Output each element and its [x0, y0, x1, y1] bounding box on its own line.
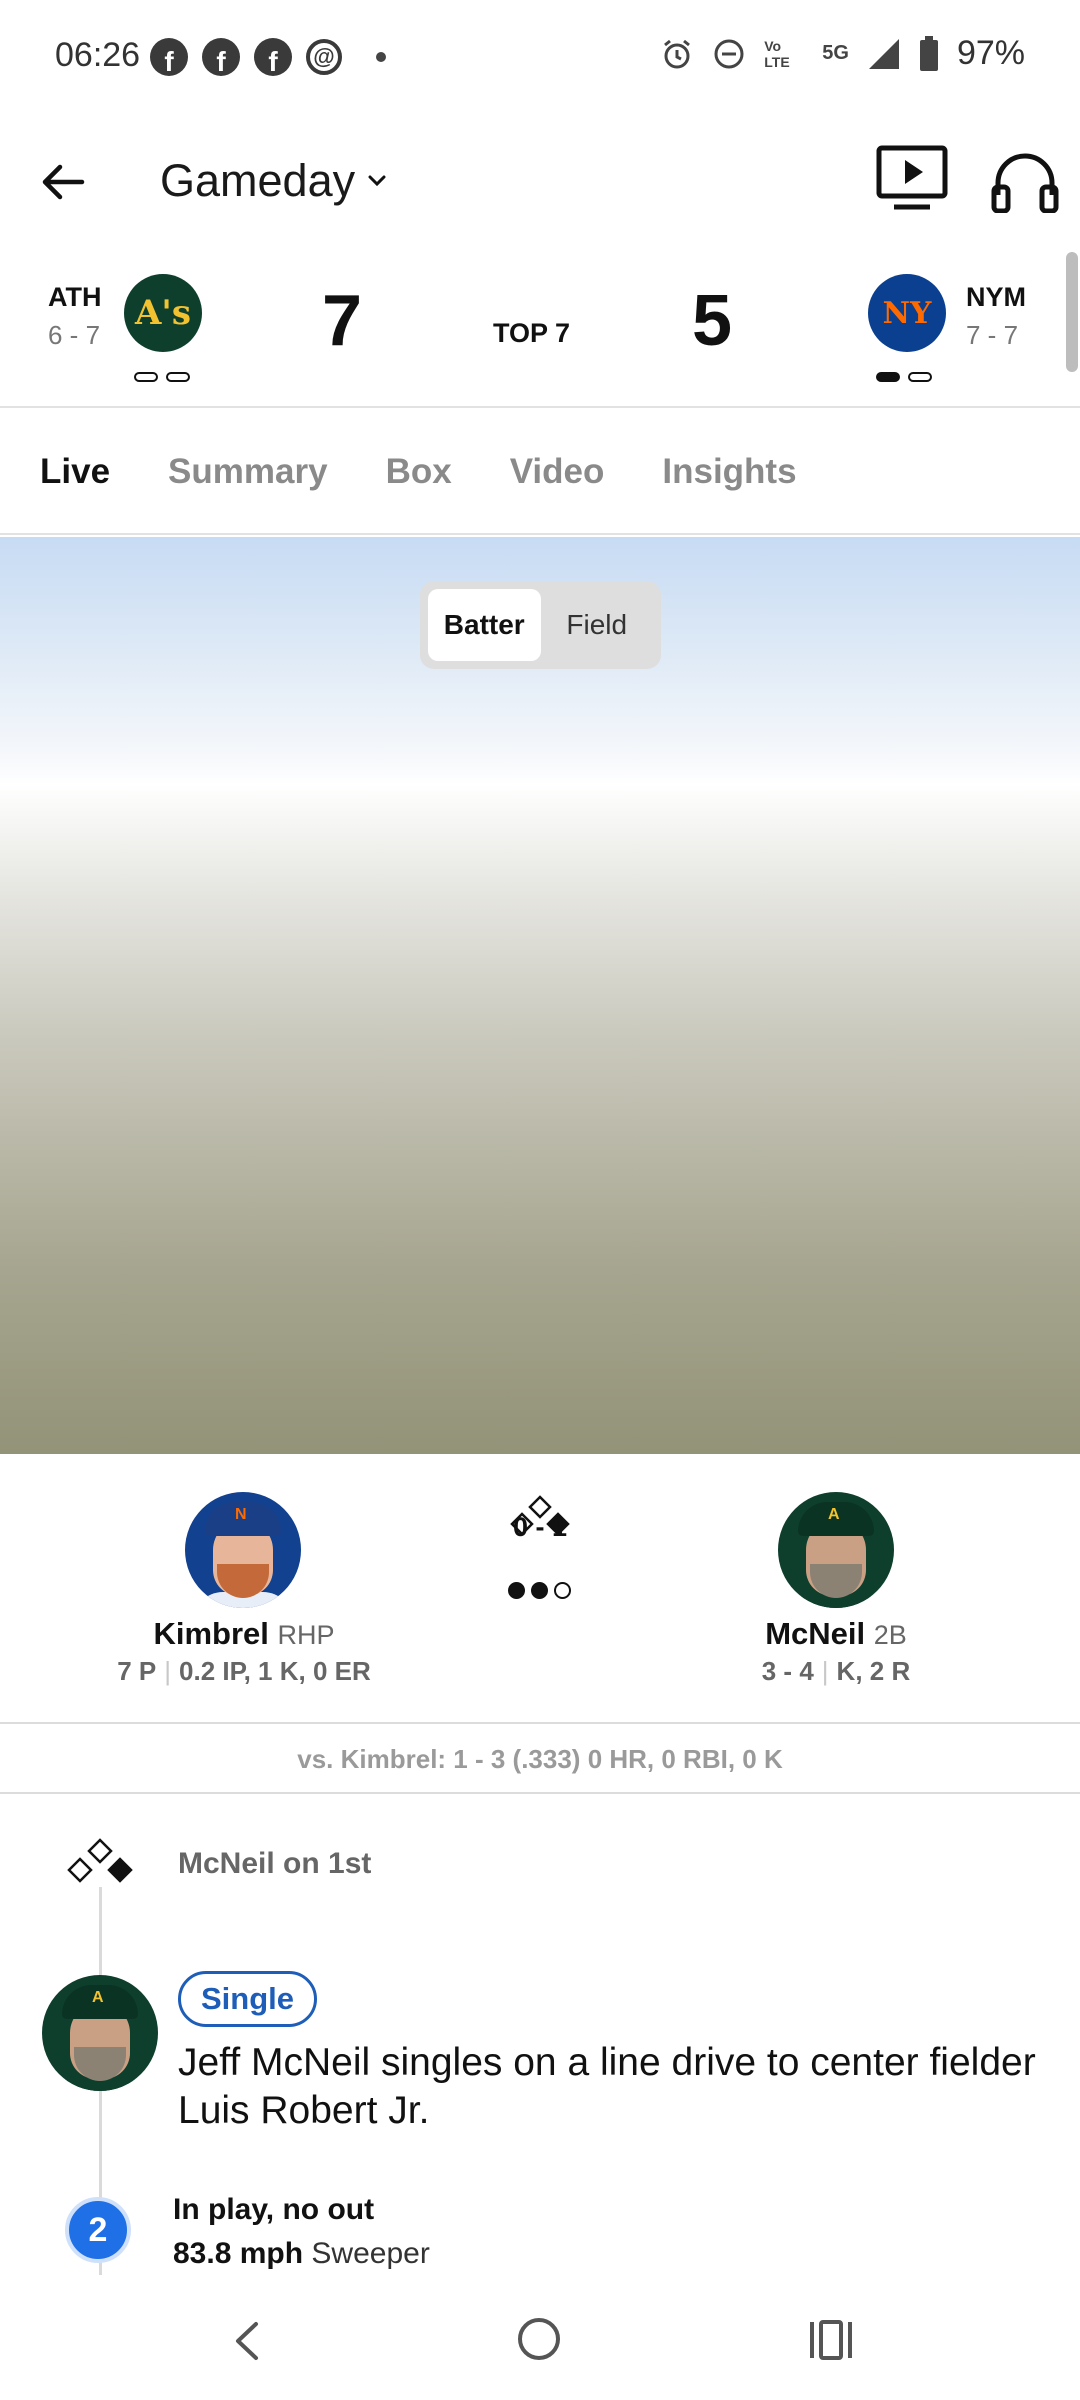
batter-avatar[interactable]: A — [778, 1492, 894, 1608]
volte-icon: Vo LTE — [764, 37, 790, 70]
mets-logo-text: NY — [882, 295, 932, 331]
pitch-type: Sweeper — [311, 2237, 430, 2270]
batter-line: K, 2 R — [836, 1656, 911, 1686]
nav-recents-icon[interactable] — [808, 2318, 854, 2362]
do-not-disturb-icon — [714, 39, 744, 68]
outs-indicator — [508, 1582, 571, 1599]
away-timeout-indicator — [166, 372, 190, 382]
athletics-cap-logo: A — [92, 1989, 104, 2006]
mets-cap-logo: N — [235, 1506, 247, 1523]
home-score: 5 — [692, 281, 733, 361]
batter-view-button[interactable]: Batter — [428, 589, 541, 661]
gameday-field-view[interactable]: Batter Field — [0, 537, 1080, 1454]
batter-name: McNeil — [765, 1616, 866, 1651]
pitcher-line: 0.2 IP, 1 K, 0 ER — [179, 1656, 371, 1686]
home-timeout-indicator — [908, 372, 932, 382]
batter-today: 3 - 4 — [761, 1656, 814, 1686]
ball-strike-count: 0 - 1 — [512, 1512, 568, 1542]
head-to-head-stats: vs. Kimbrel: 1 - 3 (.333) 0 HR, 0 RBI, 0… — [0, 1726, 1080, 1794]
athletics-logo-text: A's — [135, 293, 191, 333]
away-score: 7 — [322, 281, 363, 361]
facebook-icon: f — [202, 38, 240, 76]
pitcher-pitch-count: 7 P — [117, 1656, 157, 1686]
battery-percent: 97% — [956, 34, 1025, 72]
pitch-result: In play, no out — [173, 2193, 375, 2226]
pitcher-avatar[interactable]: N — [185, 1492, 301, 1608]
base-runners-icon — [64, 1837, 136, 1887]
inning-indicator: TOP 7 — [493, 318, 571, 348]
athletics-cap-logo: A — [828, 1506, 840, 1523]
out-dot — [508, 1582, 525, 1599]
nav-back-icon[interactable] — [228, 2318, 268, 2364]
more-notifications-icon — [376, 52, 386, 62]
alarm-icon — [664, 39, 691, 68]
scrollbar[interactable] — [1066, 252, 1078, 372]
home-team-abbr: NYM — [966, 282, 1026, 312]
field-view-button[interactable]: Field — [541, 589, 654, 661]
out-dot — [554, 1582, 571, 1599]
scoreboard[interactable]: ATH 6 - 7 A's 7 TOP 7 5 NY NYM 7 - 7 — [0, 250, 1080, 408]
game-tabs: Live Summary Box Video Insights — [0, 410, 1080, 535]
app-header: Gameday — [0, 115, 1080, 250]
pitch-number-badge: 2 — [65, 2197, 131, 2263]
network-type: 5G — [822, 42, 849, 64]
back-arrow-icon[interactable] — [38, 157, 88, 207]
play-feed: McNeil on 1st A Single Jeff McNeil singl… — [0, 1795, 1080, 2280]
system-status: Vo LTE 5G 97% — [660, 34, 1025, 73]
mets-logo: NY — [868, 274, 946, 352]
pitcher-name-line[interactable]: Kimbrel RHP — [84, 1616, 404, 1652]
facebook-icon: f — [254, 38, 292, 76]
divider: | — [164, 1656, 172, 1686]
batter-name-line[interactable]: McNeil 2B — [676, 1616, 996, 1652]
tab-summary[interactable]: Summary — [168, 452, 328, 492]
play-result-badge: Single — [178, 1971, 318, 2027]
tab-video[interactable]: Video — [510, 452, 605, 492]
chevron-down-icon — [368, 175, 386, 187]
page-title: Gameday — [160, 155, 356, 206]
battery-icon — [919, 35, 938, 71]
facebook-icon: f — [150, 38, 188, 76]
tab-insights[interactable]: Insights — [662, 452, 796, 492]
tab-box[interactable]: Box — [386, 452, 452, 492]
nav-home-icon[interactable] — [518, 2318, 560, 2360]
pitcher-name: Kimbrel — [153, 1616, 269, 1651]
view-toggle: Batter Field — [420, 581, 661, 669]
athletics-logo: A's — [124, 274, 202, 352]
batter-position: 2B — [873, 1620, 907, 1650]
away-team-abbr: ATH — [48, 282, 102, 312]
gameday-dropdown[interactable]: Gameday — [160, 155, 389, 207]
notification-icons: f f f @ — [150, 38, 386, 76]
headphones-icon[interactable] — [990, 149, 1060, 213]
play-description[interactable]: Jeff McNeil singles on a line drive to c… — [178, 2039, 1058, 2135]
pitcher-stats: 7 P | 0.2 IP, 1 K, 0 ER — [64, 1656, 424, 1687]
home-timeout-indicator — [876, 372, 900, 382]
pitcher-position: RHP — [277, 1620, 335, 1650]
home-team-record: 7 - 7 — [966, 320, 1019, 350]
threads-icon: @ — [306, 39, 342, 75]
status-time: 06:26 — [55, 36, 141, 74]
batter-stats: 3 - 4 | K, 2 R — [676, 1656, 996, 1687]
out-dot — [531, 1582, 548, 1599]
away-timeout-indicator — [134, 372, 158, 382]
status-bar: 06:26 f f f @ Vo LTE 5G 97% — [0, 0, 1080, 115]
system-nav-bar — [0, 2280, 1080, 2400]
runner-status: McNeil on 1st — [178, 1847, 372, 1880]
pitch-speed: 83.8 mph — [173, 2237, 304, 2270]
signal-icon — [868, 38, 899, 69]
pitch-detail: 83.8 mph Sweeper — [173, 2237, 430, 2271]
video-player-icon[interactable] — [876, 145, 948, 211]
divider: | — [821, 1656, 829, 1686]
play-batter-avatar[interactable]: A — [42, 1975, 158, 2091]
tab-live[interactable]: Live — [40, 452, 110, 492]
away-team-record: 6 - 7 — [48, 320, 101, 350]
matchup-panel: N 0 - 1 A Kimbrel RHP 7 P | 0.2 IP, 1 K, 0… — [0, 1454, 1080, 1724]
